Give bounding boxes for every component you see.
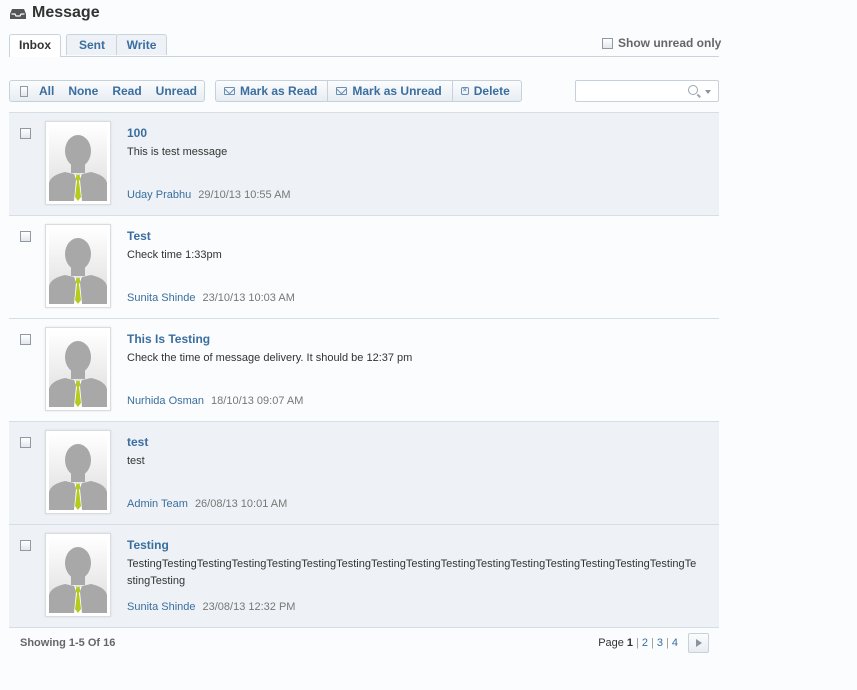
message-row[interactable]: Test Check time 1:33pm Sunita Shinde 23/10/… — [9, 216, 719, 319]
message-search — [575, 80, 719, 102]
page-title: Message — [32, 4, 100, 21]
message-row[interactable]: 100 This is test message Uday Prabhu 29/10/… — [9, 113, 719, 216]
chevron-down-icon[interactable] — [705, 90, 711, 94]
message-title[interactable]: Test — [127, 229, 151, 243]
page-separator: | — [636, 637, 639, 649]
message-row[interactable]: test test Admin Team 26/08/13 10:01 AM — [9, 422, 719, 525]
show-unread-checkbox[interactable] — [602, 37, 613, 49]
show-unread-toggle[interactable]: Show unread only — [602, 36, 721, 50]
message-preview: Check the time of message delivery. It s… — [127, 352, 413, 364]
inbox-tray-icon — [10, 7, 26, 19]
list-footer: Showing 1-5 Of 16 Page 1 | 2 | 3 | 4 — [9, 628, 719, 658]
message-checkbox[interactable] — [20, 437, 31, 448]
message-meta: Uday Prabhu 29/10/13 10:55 AM — [127, 189, 291, 201]
message-row[interactable]: This Is Testing Check the time of message… — [9, 319, 719, 422]
pagination: Page 1 | 2 | 3 | 4 — [598, 637, 678, 649]
default-avatar-silhouette — [49, 125, 107, 201]
avatar[interactable] — [45, 327, 111, 411]
delete-button[interactable]: × Delete — [453, 81, 520, 101]
message-preview: test — [127, 455, 145, 467]
message-meta: Sunita Shinde 23/08/13 12:32 PM — [127, 601, 295, 613]
default-avatar-silhouette — [49, 228, 107, 304]
tab-sent[interactable]: Sent — [66, 34, 118, 55]
envelope-icon — [336, 87, 348, 95]
message-preview: Check time 1:33pm — [127, 249, 222, 261]
page-link-3[interactable]: 3 — [657, 637, 663, 649]
message-checkbox[interactable] — [20, 540, 31, 551]
action-toolbar: Mark as Read Mark as Unread × Delete — [215, 80, 522, 102]
search-icon[interactable] — [688, 85, 698, 95]
message-date: 18/10/13 09:07 AM — [211, 395, 304, 407]
message-date: 26/08/13 10:01 AM — [194, 498, 288, 510]
message-sender[interactable]: Sunita Shinde — [127, 601, 196, 613]
message-title[interactable]: Testing — [127, 538, 169, 552]
message-preview: TestingTestingTestingTestingTestingTesti… — [127, 558, 697, 587]
message-meta: Nurhida Osman 18/10/13 09:07 AM — [127, 395, 303, 407]
page-label: Page — [598, 637, 624, 649]
message-row[interactable]: Testing TestingTestingTestingTestingTesti… — [9, 525, 719, 628]
message-sender[interactable]: Nurhida Osman — [127, 395, 204, 407]
message-sender[interactable]: Admin Team — [127, 498, 188, 510]
message-title[interactable]: test — [127, 435, 148, 449]
message-sender[interactable]: Uday Prabhu — [127, 189, 191, 201]
message-meta: Admin Team 26/08/13 10:01 AM — [127, 498, 287, 510]
page-separator: | — [651, 637, 654, 649]
mark-read-button[interactable]: Mark as Read — [216, 81, 329, 101]
delete-label: Delete — [473, 84, 510, 98]
message-checkbox[interactable] — [20, 334, 31, 345]
message-title[interactable]: 100 — [127, 126, 147, 140]
tab-write[interactable]: Write — [116, 34, 167, 55]
avatar[interactable] — [45, 430, 111, 514]
show-unread-label: Show unread only — [618, 36, 722, 50]
avatar[interactable] — [45, 121, 111, 205]
showing-count: Showing 1-5 Of 16 — [20, 637, 116, 649]
message-title[interactable]: This Is Testing — [127, 332, 210, 346]
message-sender[interactable]: Sunita Shinde — [127, 292, 196, 304]
message-list: 100 This is test message Uday Prabhu 29/10/… — [9, 112, 719, 628]
page-link-2[interactable]: 2 — [642, 637, 648, 649]
select-all-checkbox[interactable] — [20, 85, 28, 97]
message-date: 29/10/13 10:55 AM — [198, 189, 291, 201]
message-checkbox[interactable] — [20, 128, 31, 139]
tab-inbox[interactable]: Inbox — [9, 34, 61, 57]
selection-toolbar: All None Read Unread — [9, 80, 205, 102]
page-header: Message — [10, 4, 100, 22]
next-page-button[interactable] — [688, 633, 709, 653]
avatar[interactable] — [45, 533, 111, 617]
default-avatar-silhouette — [49, 331, 107, 407]
message-date: 23/08/13 12:32 PM — [202, 601, 296, 613]
page-separator: | — [666, 637, 669, 649]
select-none-link[interactable]: None — [61, 81, 105, 101]
select-read-link[interactable]: Read — [105, 81, 148, 101]
default-avatar-silhouette — [49, 434, 107, 510]
message-preview: This is test message — [127, 146, 228, 158]
mark-unread-button[interactable]: Mark as Unread — [328, 81, 453, 101]
message-meta: Sunita Shinde 23/10/13 10:03 AM — [127, 292, 295, 304]
message-date: 23/10/13 10:03 AM — [202, 292, 295, 304]
default-avatar-silhouette — [49, 537, 107, 613]
delete-icon: × — [460, 87, 469, 95]
search-input[interactable] — [580, 82, 684, 102]
envelope-open-icon — [224, 87, 235, 95]
select-unread-link[interactable]: Unread — [149, 81, 204, 101]
current-page: 1 — [626, 637, 634, 649]
mark-read-label: Mark as Read — [240, 84, 318, 98]
avatar[interactable] — [45, 224, 111, 308]
select-all-link[interactable]: All — [32, 81, 61, 101]
message-checkbox[interactable] — [20, 231, 31, 242]
page-link-4[interactable]: 4 — [672, 637, 678, 649]
mark-unread-label: Mark as Unread — [352, 84, 442, 98]
